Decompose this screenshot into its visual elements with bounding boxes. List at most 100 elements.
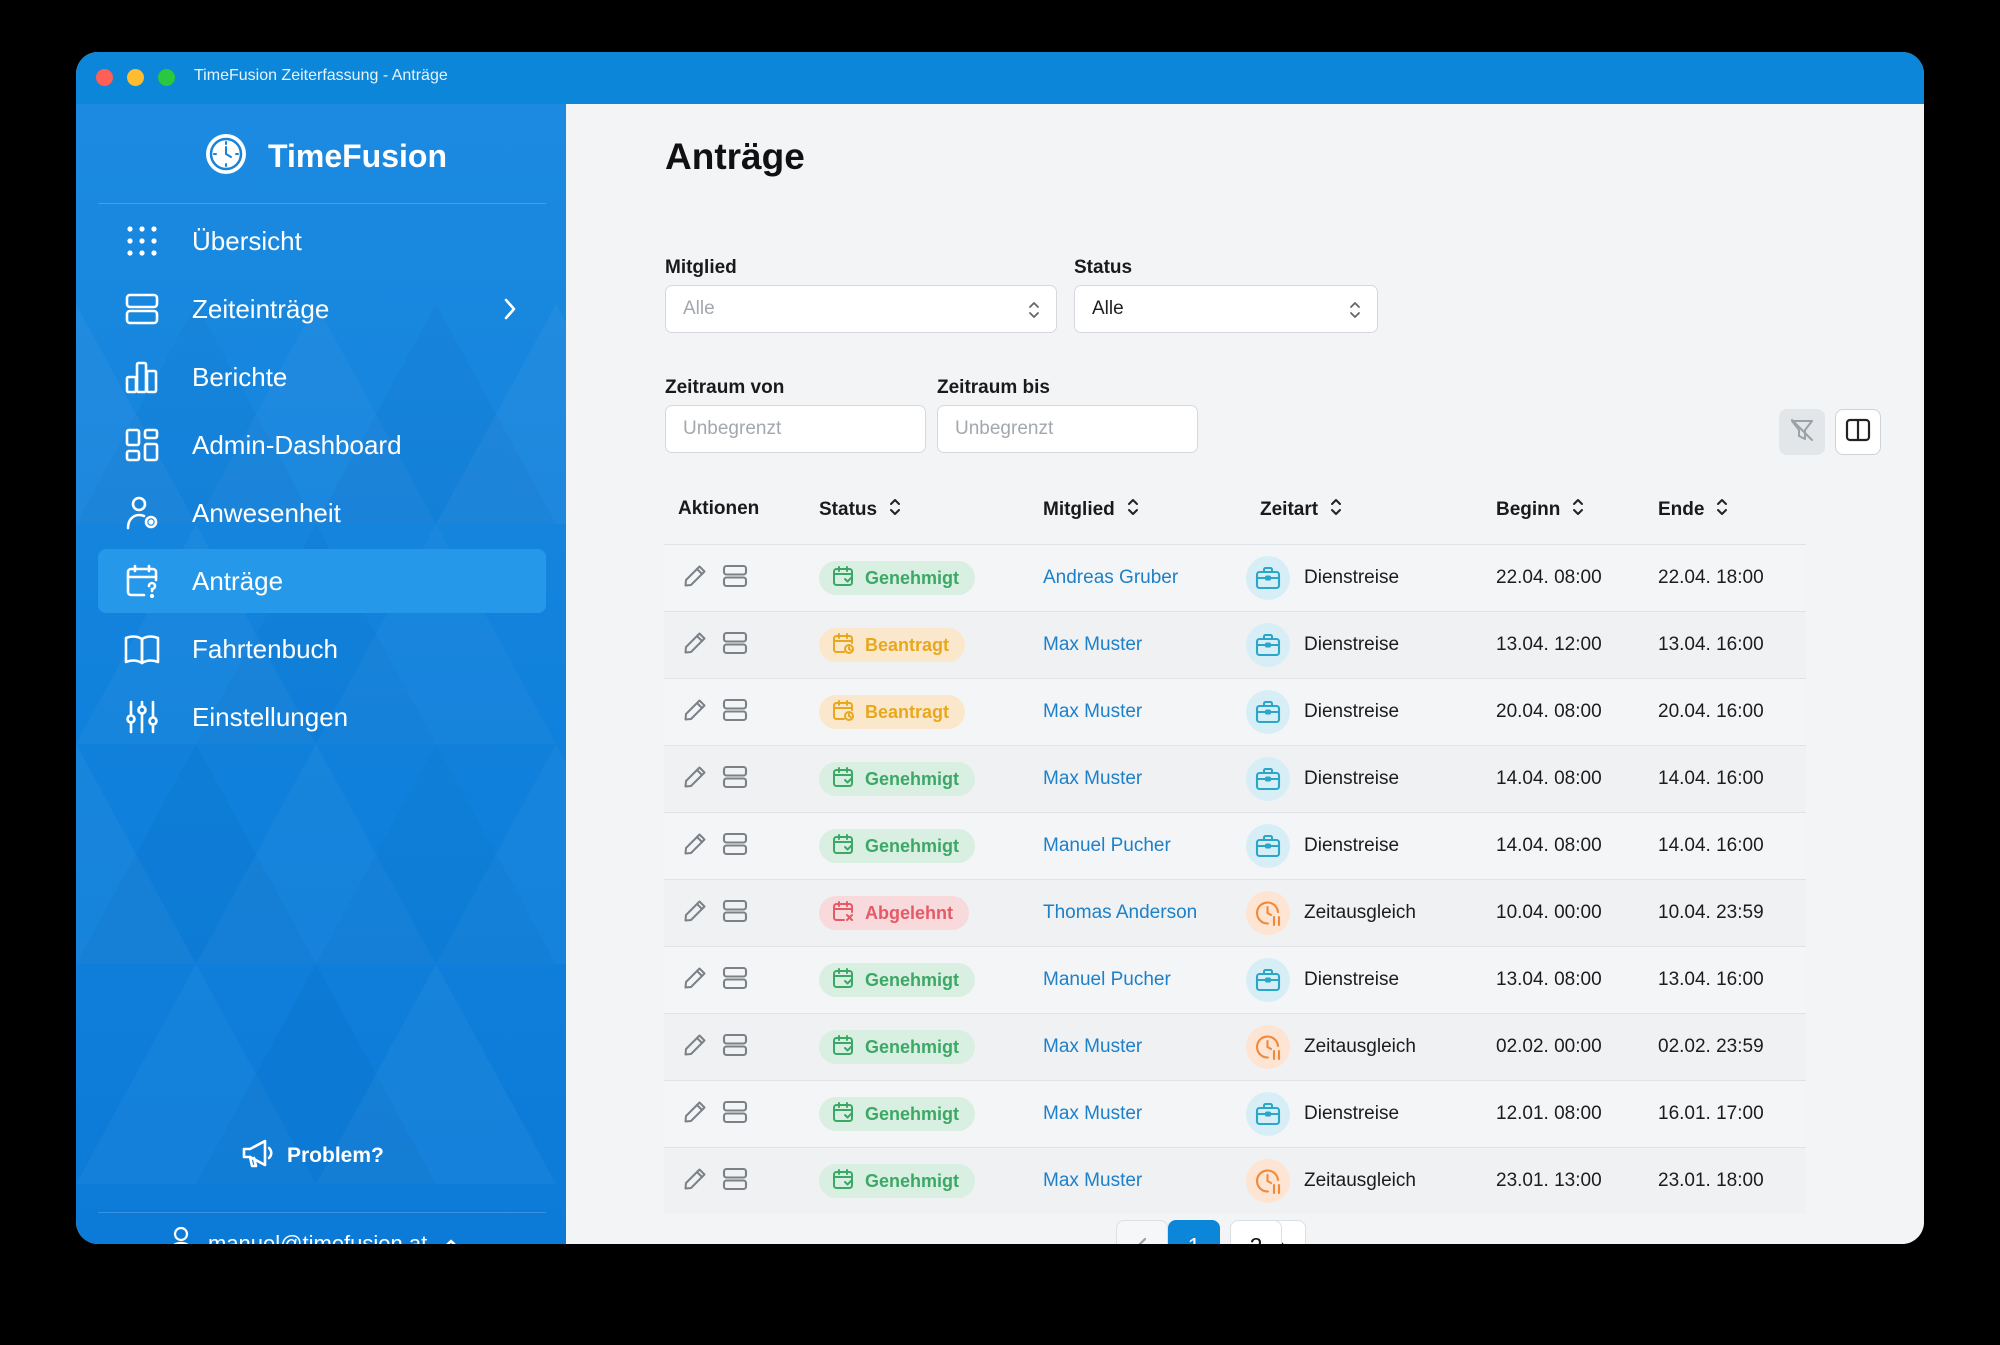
sliders-icon — [122, 697, 162, 737]
app-window: TimeFusion Zeiterfassung - Anträge TimeF… — [76, 52, 1924, 1244]
member-link[interactable]: Max Muster — [1043, 612, 1142, 678]
status-label: Genehmigt — [865, 835, 960, 856]
header-member[interactable]: Mitglied — [1043, 498, 1139, 522]
calendar-check-icon — [831, 1167, 855, 1196]
user-location-icon — [122, 493, 162, 533]
zoom-window-button[interactable] — [158, 69, 175, 86]
pencil-icon — [682, 563, 708, 594]
start-cell: 20.04. 08:00 — [1496, 701, 1602, 722]
briefcase-icon — [1246, 690, 1290, 734]
stacked-rows-icon — [721, 1032, 749, 1063]
header-label: Zeitart — [1260, 499, 1319, 520]
member-link[interactable]: Manuel Pucher — [1043, 813, 1171, 879]
briefcase-icon — [1246, 824, 1290, 868]
from-date-label: Zeitraum von — [665, 377, 785, 398]
header-type[interactable]: Zeitart — [1260, 498, 1342, 522]
edit-button[interactable] — [680, 697, 710, 727]
type-cell: Dienstreise — [1246, 813, 1399, 879]
calendar-check-icon — [831, 564, 855, 593]
details-button[interactable] — [720, 563, 750, 593]
sidebar-item-fahrtenbuch[interactable]: Fahrtenbuch — [98, 617, 546, 681]
sidebar-item-uebersicht[interactable]: Übersicht — [98, 209, 546, 273]
details-button[interactable] — [720, 630, 750, 660]
page-title: Anträge — [665, 136, 805, 177]
problem-button[interactable]: Problem? — [241, 1138, 384, 1174]
table-body: Genehmigt Andreas Gruber Dienstreise 22.… — [664, 544, 1806, 1214]
calendar-clock-icon — [831, 631, 855, 660]
minimize-window-button[interactable] — [127, 69, 144, 86]
sort-icon — [889, 498, 901, 522]
details-button[interactable] — [720, 965, 750, 995]
to-date-input[interactable] — [937, 405, 1198, 453]
table-row: Genehmigt Max Muster Dienstreise 12.01. … — [664, 1080, 1806, 1147]
start-cell: 02.02. 00:00 — [1496, 1036, 1602, 1057]
edit-button[interactable] — [680, 764, 710, 794]
edit-button[interactable] — [680, 630, 710, 660]
column-layout-button[interactable] — [1835, 409, 1881, 455]
status-filter-select[interactable]: Alle — [1074, 285, 1378, 333]
prev-page-button[interactable] — [1116, 1220, 1168, 1244]
edit-button[interactable] — [680, 563, 710, 593]
sidebar-item-admin-dashboard[interactable]: Admin-Dashboard — [98, 413, 546, 477]
member-filter-select[interactable]: Alle — [665, 285, 1057, 333]
header-start[interactable]: Beginn — [1496, 498, 1584, 522]
edit-button[interactable] — [680, 831, 710, 861]
stacked-rows-icon — [721, 831, 749, 862]
brand: TimeFusion — [204, 132, 447, 181]
member-link[interactable]: Andreas Gruber — [1043, 545, 1178, 611]
type-cell: Dienstreise — [1246, 947, 1399, 1013]
type-label: Dienstreise — [1304, 634, 1400, 655]
details-button[interactable] — [720, 1099, 750, 1129]
pencil-icon — [682, 898, 708, 929]
edit-button[interactable] — [680, 1032, 710, 1062]
edit-button[interactable] — [680, 1166, 710, 1196]
member-link[interactable]: Thomas Anderson — [1043, 880, 1197, 946]
page-1-button[interactable]: 1 — [1168, 1220, 1220, 1244]
clear-filter-button[interactable] — [1779, 409, 1825, 455]
header-end[interactable]: Ende — [1658, 498, 1728, 522]
edit-button[interactable] — [680, 965, 710, 995]
from-date-input[interactable] — [665, 405, 926, 453]
end-cell: 23.01. 18:00 — [1658, 1170, 1764, 1191]
type-cell: Dienstreise — [1246, 746, 1399, 812]
member-link[interactable]: Max Muster — [1043, 679, 1142, 745]
member-link[interactable]: Max Muster — [1043, 1014, 1142, 1080]
edit-button[interactable] — [680, 1099, 710, 1129]
requests-table: Aktionen Status Mitglied Zeitart Beginn — [664, 472, 1806, 1214]
edit-button[interactable] — [680, 898, 710, 928]
pencil-icon — [682, 1166, 708, 1197]
member-link[interactable]: Max Muster — [1043, 746, 1142, 812]
details-button[interactable] — [720, 1032, 750, 1062]
status-badge: Genehmigt — [819, 1097, 976, 1131]
sidebar-item-zeiteintraege[interactable]: Zeiteinträge — [98, 277, 546, 341]
clock-pause-icon — [1246, 1025, 1290, 1069]
stacked-rows-icon — [721, 630, 749, 661]
page-2-button[interactable]: 2 — [1230, 1220, 1282, 1244]
sort-icon — [1330, 498, 1342, 522]
sidebar-item-label: Zeiteinträge — [192, 293, 330, 324]
type-label: Dienstreise — [1304, 835, 1400, 856]
sidebar-item-einstellungen[interactable]: Einstellungen — [98, 685, 546, 749]
member-link[interactable]: Max Muster — [1043, 1081, 1142, 1147]
member-link[interactable]: Manuel Pucher — [1043, 947, 1171, 1013]
sidebar-item-anwesenheit[interactable]: Anwesenheit — [98, 481, 546, 545]
calendar-clock-icon — [831, 698, 855, 727]
details-button[interactable] — [720, 898, 750, 928]
select-caret-icon — [1349, 300, 1361, 326]
user-menu[interactable]: manuel@timefusion.at — [168, 1226, 461, 1244]
details-button[interactable] — [720, 764, 750, 794]
start-cell: 12.01. 08:00 — [1496, 1103, 1602, 1124]
details-button[interactable] — [720, 697, 750, 727]
sidebar-item-antraege[interactable]: Anträge — [98, 549, 546, 613]
type-label: Zeitausgleich — [1304, 1036, 1416, 1057]
details-button[interactable] — [720, 831, 750, 861]
close-window-button[interactable] — [96, 69, 113, 86]
briefcase-icon — [1246, 757, 1290, 801]
sidebar-divider — [98, 203, 546, 204]
calendar-check-icon — [831, 1033, 855, 1062]
header-status[interactable]: Status — [819, 498, 901, 522]
member-link[interactable]: Max Muster — [1043, 1148, 1142, 1214]
calendar-check-icon — [831, 1100, 855, 1129]
details-button[interactable] — [720, 1166, 750, 1196]
sidebar-item-berichte[interactable]: Berichte — [98, 345, 546, 409]
